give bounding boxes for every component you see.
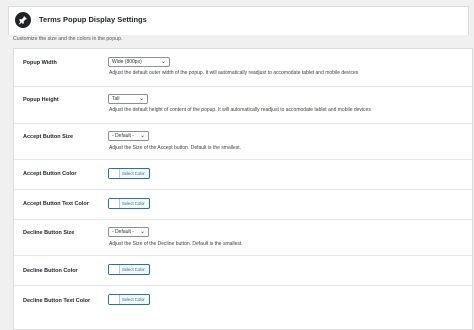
- setting-label: Popup Height: [23, 97, 59, 103]
- color-swatch: [109, 199, 120, 208]
- setting-label: Decline Button Color: [23, 268, 78, 274]
- setting-label: Decline Button Size: [23, 230, 75, 236]
- setting-row-popup-height: Popup Height Tall ⌄ Adjust the default h…: [14, 86, 472, 124]
- setting-row-decline-button-color: Decline Button Color Select Color: [14, 255, 472, 286]
- color-swatch: [109, 265, 120, 274]
- select-color-label: Select Color: [122, 267, 145, 272]
- accept-button-size-select[interactable]: - Default - ⌄: [108, 131, 149, 141]
- setting-row-decline-button-text-color: Decline Button Text Color Select Color: [14, 285, 472, 317]
- color-swatch: [109, 169, 120, 178]
- setting-label: Decline Button Text Color: [23, 298, 91, 304]
- setting-row-decline-button-size: Decline Button Size - Default - ⌄ Adjust…: [14, 219, 472, 256]
- popup-width-select[interactable]: Wide (800px) ⌄: [108, 57, 170, 67]
- chevron-down-icon: ⌄: [138, 96, 144, 102]
- setting-row-accept-button-text-color: Accept Button Text Color Select Color: [14, 189, 472, 220]
- select-color-label: Select Color: [122, 297, 145, 302]
- setting-description: Adjust the Size of the Decline button. D…: [109, 241, 243, 247]
- page-title: Terms Popup Display Settings: [39, 15, 147, 24]
- setting-label: Popup Width: [23, 60, 57, 66]
- accept-button-text-color-picker[interactable]: Select Color: [108, 198, 150, 209]
- decline-button-text-color-picker[interactable]: Select Color: [108, 294, 150, 305]
- accept-button-color-picker[interactable]: Select Color: [108, 168, 150, 179]
- chevron-down-icon: ⌄: [139, 133, 145, 139]
- select-value: - Default -: [112, 133, 134, 139]
- select-value: Tall: [112, 96, 120, 102]
- pin-icon: [15, 12, 31, 28]
- setting-description: Adjust the default outer width of the po…: [109, 70, 359, 76]
- popup-height-select[interactable]: Tall ⌄: [108, 94, 148, 104]
- setting-row-accept-button-size: Accept Button Size - Default - ⌄ Adjust …: [14, 123, 472, 160]
- settings-panel: Terms Popup Display Settings Customize t…: [4, 0, 473, 330]
- chevron-down-icon: ⌄: [160, 59, 166, 65]
- page-subtitle: Customize the size and the colors in the…: [13, 36, 123, 42]
- setting-description: Adjust the default height of content of …: [109, 107, 371, 113]
- setting-description: Adjust the Size of the Accept button. De…: [109, 145, 242, 151]
- decline-button-size-select[interactable]: - Default - ⌄: [108, 227, 149, 237]
- decline-button-color-picker[interactable]: Select Color: [108, 264, 150, 275]
- setting-row-popup-width: Popup Width Wide (800px) ⌄ Adjust the de…: [14, 49, 472, 87]
- select-value: - Default -: [112, 229, 134, 235]
- select-color-label: Select Color: [122, 171, 145, 176]
- setting-label: Accept Button Color: [23, 171, 77, 177]
- settings-table: Popup Width Wide (800px) ⌄ Adjust the de…: [13, 48, 473, 330]
- settings-header: Terms Popup Display Settings: [8, 6, 469, 35]
- setting-row-accept-button-color: Accept Button Color Select Color: [14, 159, 472, 190]
- setting-label: Accept Button Text Color: [23, 201, 89, 207]
- setting-label: Accept Button Size: [23, 134, 74, 140]
- color-swatch: [109, 295, 120, 304]
- chevron-down-icon: ⌄: [139, 229, 145, 235]
- select-value: Wide (800px): [112, 59, 142, 65]
- select-color-label: Select Color: [122, 201, 145, 206]
